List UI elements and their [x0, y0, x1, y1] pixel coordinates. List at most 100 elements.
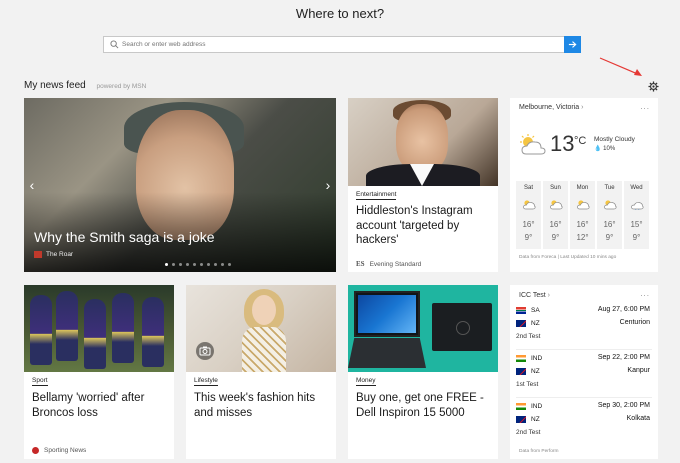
forecast-low: 12° — [576, 233, 589, 242]
news-card-money[interactable]: Money Buy one, get one FREE - Dell Inspi… — [348, 285, 498, 459]
weather-location[interactable]: Melbourne, Victoria › — [519, 104, 583, 111]
match-team-row: NZ Centurion — [516, 319, 654, 329]
annotation-arrow-icon — [599, 57, 642, 76]
match-team-row: NZ Kolkata — [516, 415, 654, 425]
match-team-row: NZ Kanpur — [516, 367, 654, 377]
match-label: 2nd Test — [516, 333, 541, 340]
partly-cloudy-icon — [520, 134, 546, 155]
carousel-dot[interactable] — [193, 263, 196, 266]
news-headline[interactable]: Hiddleston's Instagram account 'targeted… — [356, 204, 492, 248]
news-image — [24, 285, 174, 372]
news-headline[interactable]: Buy one, get one FREE - Dell Inspiron 15… — [356, 391, 492, 420]
match-venue: Kolkata — [626, 415, 650, 422]
news-card-lifestyle[interactable]: Lifestyle This week's fashion hits and m… — [186, 285, 336, 459]
team-name: NZ — [531, 416, 540, 423]
forecast-day-name: Wed — [630, 185, 643, 191]
weather-more-button[interactable]: ... — [640, 102, 650, 111]
category-label[interactable]: Entertainment — [356, 191, 397, 200]
weather-temperature: 13 — [550, 131, 575, 156]
flag-icon — [516, 355, 526, 362]
cricket-match[interactable]: IND Sep 22, 2:00 PM NZ Kanpur 1st Test — [516, 354, 654, 394]
forecast-day[interactable]: Sat 16° 9° — [516, 181, 541, 249]
forecast-day[interactable]: Sun 16° 9° — [543, 181, 568, 249]
weather-unit: °C — [574, 135, 587, 147]
category-label[interactable]: Money — [356, 377, 376, 386]
source-name: Sporting News — [44, 447, 87, 454]
hero-card[interactable]: ‹ › Why the Smith saga is a joke The Roa… — [24, 98, 336, 272]
carousel-dot[interactable] — [200, 263, 203, 266]
forecast-low: 9° — [524, 233, 533, 242]
cricket-title[interactable]: ICC Test › — [519, 292, 550, 299]
news-headline[interactable]: This week's fashion hits and misses — [194, 391, 330, 420]
forecast-day[interactable]: Mon 16° 12° — [570, 181, 595, 249]
carousel-prev-icon[interactable]: ‹ — [27, 178, 37, 192]
forecast-high: 15° — [630, 220, 643, 229]
hero-headline[interactable]: Why the Smith saga is a joke — [34, 229, 215, 245]
forecast-day[interactable]: Wed 15° 9° — [624, 181, 649, 249]
match-date: Sep 22, 2:00 PM — [597, 354, 650, 361]
news-card-entertainment[interactable]: Entertainment Hiddleston's Instagram acc… — [348, 98, 498, 272]
match-label: 2nd Test — [516, 429, 541, 436]
carousel-dot[interactable] — [228, 263, 231, 266]
partly-cloudy-icon — [577, 200, 590, 210]
match-team-row: IND Sep 30, 2:00 PM — [516, 402, 654, 412]
news-source: Sporting News — [32, 447, 86, 454]
team-name: SA — [531, 307, 540, 314]
forecast-low: 9° — [605, 233, 614, 242]
carousel-next-icon[interactable]: › — [323, 178, 333, 192]
carousel-dot[interactable] — [207, 263, 210, 266]
divider — [516, 397, 652, 398]
feed-title: My news feed — [24, 80, 86, 91]
team-name: IND — [531, 355, 543, 362]
news-card-sport[interactable]: Sport Bellamy 'worried' after Broncos lo… — [24, 285, 174, 459]
carousel-dot[interactable] — [221, 263, 224, 266]
source-logo-icon — [34, 251, 42, 258]
carousel-dot[interactable] — [214, 263, 217, 266]
search-go-button[interactable] — [564, 36, 581, 53]
forecast-high: 16° — [549, 220, 562, 229]
news-image — [186, 285, 336, 372]
team-name: NZ — [531, 368, 540, 375]
cricket-widget[interactable]: ICC Test › ... SA Aug 27, 6:00 PM NZ Centur… — [510, 285, 658, 459]
weather-footer: Data from Foreca | Last Updated 10 mins … — [519, 255, 617, 260]
weather-condition: Mostly Cloudy — [594, 136, 635, 143]
forecast-high: 16° — [576, 220, 589, 229]
forecast-day-name: Tue — [604, 185, 615, 191]
forecast-high: 16° — [603, 220, 616, 229]
team-name: IND — [531, 403, 543, 410]
carousel-dots[interactable] — [165, 263, 231, 266]
forecast-day[interactable]: Tue 16° 9° — [597, 181, 622, 249]
partly-cloudy-icon — [604, 200, 617, 210]
partly-cloudy-icon — [523, 200, 536, 210]
category-label[interactable]: Lifestyle — [194, 377, 218, 386]
forecast-low: 9° — [632, 233, 641, 242]
carousel-dot[interactable] — [165, 263, 168, 266]
match-date: Sep 30, 2:00 PM — [597, 402, 650, 409]
carousel-dot[interactable] — [179, 263, 182, 266]
flag-icon — [516, 368, 526, 375]
gear-icon[interactable] — [648, 81, 659, 92]
carousel-dot[interactable] — [172, 263, 175, 266]
news-headline[interactable]: Bellamy 'worried' after Broncos loss — [32, 391, 168, 420]
search-bar[interactable] — [103, 36, 581, 53]
forecast-day-name: Mon — [576, 185, 589, 191]
cricket-more-button[interactable]: ... — [640, 289, 650, 298]
cricket-title-label: ICC Test — [519, 292, 546, 299]
cricket-match[interactable]: SA Aug 27, 6:00 PM NZ Centurion 2nd Test — [516, 306, 654, 346]
match-team-row: SA Aug 27, 6:00 PM — [516, 306, 654, 316]
match-label: 1st Test — [516, 381, 539, 388]
powered-by-label: powered by MSN — [96, 83, 147, 90]
search-input[interactable] — [122, 38, 562, 51]
match-team-row: IND Sep 22, 2:00 PM — [516, 354, 654, 364]
carousel-dot[interactable] — [186, 263, 189, 266]
category-label[interactable]: Sport — [32, 377, 48, 386]
feed-header: My news feed powered by MSN — [24, 80, 146, 91]
match-venue: Kanpur — [627, 367, 650, 374]
weather-widget[interactable]: Melbourne, Victoria › ... 13 °C Mostly C… — [510, 98, 658, 272]
flag-icon — [516, 307, 526, 314]
arrow-right-icon — [568, 41, 577, 48]
forecast-day-name: Sun — [550, 185, 561, 191]
chevron-right-icon: › — [581, 104, 584, 111]
cricket-match[interactable]: IND Sep 30, 2:00 PM NZ Kolkata 2nd Test — [516, 402, 654, 442]
weather-location-label: Melbourne, Victoria — [519, 104, 580, 111]
